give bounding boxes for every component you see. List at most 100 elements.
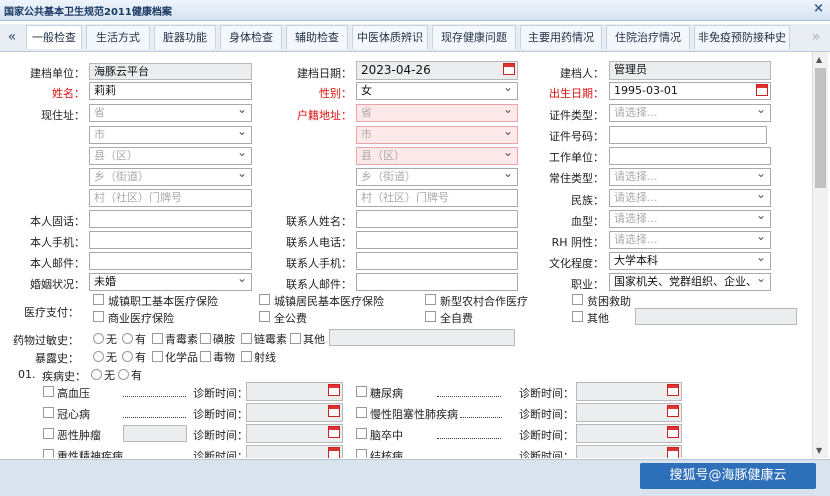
huji-village-field[interactable]: 村（社区）门牌号 (356, 189, 518, 207)
scroll-down-icon[interactable]: ▼ (816, 446, 822, 455)
diagnosis-time-copd[interactable] (576, 403, 682, 422)
calendar-icon[interactable] (328, 384, 340, 396)
huji-city-select[interactable]: 市 (356, 126, 518, 144)
rh-negative-select[interactable]: 请选择... (609, 231, 771, 249)
calendar-icon[interactable] (667, 426, 679, 438)
occupation-select[interactable]: 国家机关、党群组织、企业、 (609, 273, 771, 291)
tab-health-problems[interactable]: 现存健康问题 (432, 25, 516, 49)
diagnosis-time-tumor[interactable] (246, 424, 343, 443)
id-number-field[interactable] (609, 126, 767, 144)
payment-checkbox-resident[interactable] (259, 294, 270, 305)
diagnosis-time-stroke[interactable] (576, 424, 682, 443)
nation-select[interactable]: 请选择... (609, 189, 771, 207)
payment-checkbox-public[interactable] (259, 311, 270, 322)
payment-checkbox-employee[interactable] (93, 294, 104, 305)
creator-field[interactable]: 管理员 (609, 61, 771, 80)
scroll-up-icon[interactable]: ▲ (816, 55, 822, 64)
tab-prev-icon[interactable]: « (2, 24, 22, 50)
marital-status-select[interactable]: 未婚 (89, 273, 252, 291)
disease-checkbox-stroke[interactable] (356, 428, 367, 439)
current-province-select[interactable]: 省 (89, 104, 252, 122)
tab-non-immune-vaccination[interactable]: 非免疫预防接种史 (694, 25, 790, 49)
id-type-select[interactable]: 请选择... (609, 104, 771, 122)
disease-checkbox-tumor[interactable] (43, 428, 54, 439)
calendar-icon[interactable] (667, 405, 679, 417)
payment-checkbox-other[interactable] (572, 311, 583, 322)
tab-hospitalization[interactable]: 住院治疗情况 (606, 25, 690, 49)
contact-name-field[interactable] (356, 210, 518, 228)
birth-date-field[interactable]: 1995-03-01 (609, 82, 771, 100)
diagnosis-time-coronary[interactable] (246, 403, 343, 422)
disease-radio-none[interactable] (91, 369, 102, 380)
payment-checkbox-commercial[interactable] (93, 311, 104, 322)
tumor-name-field[interactable] (123, 425, 187, 442)
name-field[interactable]: 莉莉 (89, 82, 252, 100)
disease-checkbox-copd[interactable] (356, 407, 367, 418)
current-county-select[interactable]: 县（区） (89, 147, 252, 165)
allergy-checkbox-sulfonamide[interactable] (200, 333, 211, 344)
save-button[interactable]: 搜狐号@海豚健康云 (640, 463, 816, 489)
scrollbar-thumb[interactable] (815, 68, 826, 188)
calendar-icon[interactable] (667, 384, 679, 396)
payment-other-field[interactable] (635, 308, 797, 325)
tab-general-exam[interactable]: 一般检查 (26, 25, 82, 49)
calendar-icon[interactable] (667, 447, 679, 458)
diagnosis-time-diabetes[interactable] (576, 382, 682, 401)
allergy-other-field[interactable] (329, 329, 515, 346)
work-unit-field[interactable] (609, 147, 771, 165)
contact-phone-field[interactable] (356, 231, 518, 249)
education-select[interactable]: 大学本科 (609, 252, 771, 270)
diagnosis-time-mental[interactable] (246, 445, 343, 458)
disease-checkbox-diabetes[interactable] (356, 386, 367, 397)
payment-checkbox-self[interactable] (425, 311, 436, 322)
email-field[interactable] (89, 252, 252, 270)
exposure-checkbox-chemical[interactable] (152, 351, 163, 362)
tab-lifestyle[interactable]: 生活方式 (86, 25, 150, 49)
allergy-checkbox-other[interactable] (290, 333, 301, 344)
allergy-radio-have[interactable] (122, 333, 133, 344)
calendar-icon[interactable] (328, 447, 340, 458)
current-city-select[interactable]: 市 (89, 126, 252, 144)
diagnosis-time-tuberculosis[interactable] (576, 445, 682, 458)
tab-tcm-constitution[interactable]: 中医体质辨识 (352, 25, 428, 49)
disease-checkbox-hypertension[interactable] (43, 386, 54, 397)
tab-physical-exam[interactable]: 身体检查 (220, 25, 282, 49)
current-village-field[interactable]: 村（社区）门牌号 (89, 189, 252, 207)
disease-checkbox-mental[interactable] (43, 449, 54, 458)
archive-date-field[interactable]: 2023-04-26 (356, 61, 518, 80)
disease-checkbox-coronary[interactable] (43, 407, 54, 418)
archive-unit-field[interactable]: 海豚云平台 (89, 63, 252, 80)
huji-province-select[interactable]: 省 (356, 104, 518, 122)
residence-type-select[interactable]: 请选择... (609, 168, 771, 186)
gender-select[interactable]: 女 (356, 82, 518, 100)
payment-checkbox-rural[interactable] (425, 294, 436, 305)
mobile-field[interactable] (89, 231, 252, 249)
tab-aux-exam[interactable]: 辅助检查 (286, 25, 348, 49)
current-town-select[interactable]: 乡（街道） (89, 168, 252, 186)
huji-county-select[interactable]: 县（区） (356, 147, 518, 165)
calendar-icon[interactable] (328, 426, 340, 438)
disease-radio-have[interactable] (118, 369, 129, 380)
blood-type-select[interactable]: 请选择... (609, 210, 771, 228)
payment-checkbox-poverty[interactable] (572, 294, 583, 305)
calendar-icon[interactable] (503, 63, 515, 75)
allergy-radio-none[interactable] (93, 333, 104, 344)
contact-email-field[interactable] (356, 273, 518, 291)
disease-checkbox-tuberculosis[interactable] (356, 449, 367, 458)
calendar-icon[interactable] (756, 84, 768, 96)
tab-next-icon[interactable]: » (806, 24, 826, 50)
exposure-radio-have[interactable] (122, 351, 133, 362)
calendar-icon[interactable] (328, 405, 340, 417)
tab-organ-function[interactable]: 脏器功能 (154, 25, 216, 49)
vertical-scrollbar[interactable]: ▲ ▼ (812, 52, 828, 458)
huji-town-select[interactable]: 乡（街道） (356, 168, 518, 186)
phone-field[interactable] (89, 210, 252, 228)
close-icon[interactable]: × (813, 1, 824, 16)
exposure-checkbox-radiation[interactable] (241, 351, 252, 362)
tab-medication[interactable]: 主要用药情况 (520, 25, 602, 49)
allergy-checkbox-streptomycin[interactable] (241, 333, 252, 344)
allergy-checkbox-penicillin[interactable] (152, 333, 163, 344)
contact-mobile-field[interactable] (356, 252, 518, 270)
exposure-checkbox-poison[interactable] (200, 351, 211, 362)
exposure-radio-none[interactable] (93, 351, 104, 362)
